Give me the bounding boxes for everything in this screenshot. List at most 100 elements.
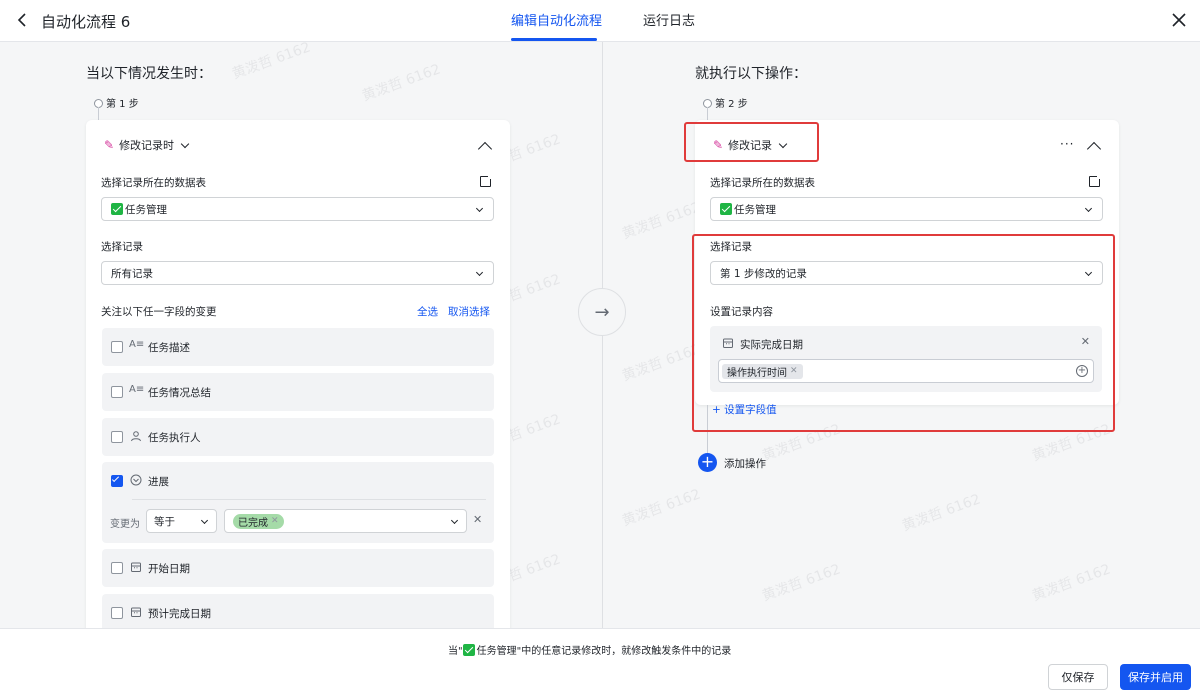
record-label: 选择记录: [101, 241, 143, 253]
table-select-value: 任务管理: [125, 203, 167, 216]
chevron-down-icon: [475, 204, 484, 213]
row-separator: [132, 499, 486, 500]
highlight-action-type: [684, 122, 819, 162]
table-check-icon: [111, 203, 123, 215]
progress-icon: [130, 474, 142, 486]
watermark: 黄泼哲 6162: [360, 61, 443, 105]
text-field-icon: A≡: [129, 339, 145, 350]
add-action-label[interactable]: 添加操作: [724, 456, 766, 471]
field-name: 任务执行人: [148, 432, 201, 444]
watermark: 黄泼哲 6162: [620, 199, 703, 243]
field-checkbox[interactable]: [111, 607, 123, 619]
back-arrow-icon[interactable]: [14, 10, 32, 30]
step-connector: [707, 107, 708, 120]
top-bar: 自动化流程 6 编辑自动化流程 运行日志: [0, 0, 1200, 42]
condition-prefix: 变更为: [110, 519, 140, 530]
field-checkbox[interactable]: [111, 341, 123, 353]
highlight-record-settings: [692, 234, 1115, 432]
open-external-icon[interactable]: [480, 173, 494, 187]
text-field-icon: A≡: [129, 384, 145, 395]
edit-pencil-icon: ✎: [104, 138, 115, 152]
step-connector: [98, 107, 99, 120]
table-label: 选择记录所在的数据表: [101, 177, 206, 189]
trigger-type-label: 修改记录时: [119, 139, 175, 152]
operator-select[interactable]: 等于: [146, 509, 217, 533]
more-options-icon[interactable]: ···: [1060, 137, 1074, 151]
step-2-label: 第 2 步: [703, 95, 748, 110]
record-select[interactable]: 所有记录: [101, 261, 494, 285]
field-checkbox-checked[interactable]: [111, 474, 123, 487]
collapse-chevron-icon[interactable]: [477, 141, 493, 157]
field-name: 预计完成日期: [148, 608, 211, 620]
action-section-title: 就执行以下操作：: [695, 66, 807, 82]
watermark: 黄泼哲 6162: [620, 486, 703, 530]
chevron-down-icon: [200, 516, 209, 525]
table-check-icon: [462, 644, 475, 656]
field-checkbox[interactable]: [111, 431, 123, 443]
close-icon[interactable]: [1170, 11, 1188, 29]
footer-bar: 当" 任务管理"中的任意记录修改时，就修改触发条件中的记录 仅保存 保存并启用: [0, 628, 1200, 696]
flow-arrow-icon: →: [578, 288, 626, 336]
chevron-down-icon: [1084, 204, 1093, 213]
summary-suffix: "中的任意记录修改时，就修改触发条件中的记录: [516, 646, 732, 657]
field-row-planned-finish-date[interactable]: 预计完成日期: [102, 594, 494, 628]
person-icon: [131, 431, 141, 442]
summary-prefix: 当": [448, 646, 463, 657]
table-check-icon: [720, 203, 732, 215]
chevron-down-icon: [450, 516, 459, 525]
watch-fields-label: 关注以下任一字段的变更: [101, 306, 217, 318]
watermark: 黄泼哲 6162: [620, 341, 703, 385]
tab-edit-flow[interactable]: 编辑自动化流程: [511, 10, 602, 29]
record-select-value: 所有记录: [111, 267, 153, 280]
field-name: 任务描述: [148, 342, 190, 354]
summary-table: 任务管理: [476, 646, 517, 657]
watermark: 黄泼哲 6162: [760, 561, 843, 605]
field-row-task-summary[interactable]: A≡ 任务情况总结: [102, 373, 494, 411]
field-row-progress: 进展 变更为 等于 已完成 ✕ ✕: [102, 462, 494, 543]
flow-canvas: 黄泼哲 6162 黄泼哲 6162 黄泼哲 6162 黄泼哲 6162 黄泼哲 …: [0, 42, 1200, 628]
field-row-task-assignee[interactable]: 任务执行人: [102, 418, 494, 456]
chevron-down-icon: [180, 139, 190, 148]
deselect-link[interactable]: 取消选择: [448, 304, 490, 319]
open-external-icon[interactable]: [1089, 173, 1103, 187]
trigger-type-selector[interactable]: ✎ 修改记录时: [104, 137, 190, 153]
calendar-icon: [131, 607, 141, 617]
watermark: 黄泼哲 6162: [230, 42, 313, 83]
field-checkbox[interactable]: [111, 386, 123, 398]
flow-summary: 当" 任务管理"中的任意记录修改时，就修改触发条件中的记录: [448, 642, 731, 657]
watermark: 黄泼哲 6162: [1030, 561, 1113, 605]
step-1-text: 第 1 步: [106, 99, 139, 110]
save-only-button[interactable]: 仅保存: [1048, 664, 1108, 690]
table-label: 选择记录所在的数据表: [710, 177, 815, 189]
field-checkbox[interactable]: [111, 562, 123, 574]
field-row-start-date[interactable]: 开始日期: [102, 549, 494, 587]
remove-tag-icon[interactable]: ✕: [271, 516, 279, 526]
select-all-link[interactable]: 全选: [417, 304, 438, 319]
calendar-icon: [131, 562, 141, 572]
page-title: 自动化流程 6: [41, 13, 131, 31]
watermark: 黄泼哲 6162: [759, 42, 843, 45]
operator-value: 等于: [154, 515, 175, 528]
step-2-text: 第 2 步: [715, 99, 748, 110]
status-tag-label: 已完成: [238, 517, 268, 529]
condition-value-select[interactable]: 已完成 ✕: [224, 509, 467, 533]
trigger-section-title: 当以下情况发生时：: [86, 66, 212, 82]
field-name: 任务情况总结: [148, 387, 211, 399]
remove-condition-icon[interactable]: ✕: [473, 513, 482, 526]
active-tab-indicator: [511, 38, 597, 41]
table-select[interactable]: 任务管理: [101, 197, 494, 221]
field-name: 开始日期: [148, 563, 190, 575]
watermark: 黄泼哲 6162: [479, 42, 563, 45]
add-action-button[interactable]: +: [698, 453, 717, 472]
step-1-label: 第 1 步: [94, 95, 139, 110]
save-and-enable-button[interactable]: 保存并启用: [1120, 664, 1191, 690]
table-select-value: 任务管理: [734, 203, 776, 216]
chevron-down-icon: [475, 268, 484, 277]
field-name: 进展: [148, 476, 169, 488]
action-table-select[interactable]: 任务管理: [710, 197, 1103, 221]
collapse-chevron-icon[interactable]: [1086, 141, 1102, 157]
tab-run-log[interactable]: 运行日志: [643, 10, 695, 29]
watermark: 黄泼哲 6162: [900, 491, 983, 535]
field-row-task-description[interactable]: A≡ 任务描述: [102, 328, 494, 366]
status-tag: 已完成 ✕: [233, 513, 284, 529]
